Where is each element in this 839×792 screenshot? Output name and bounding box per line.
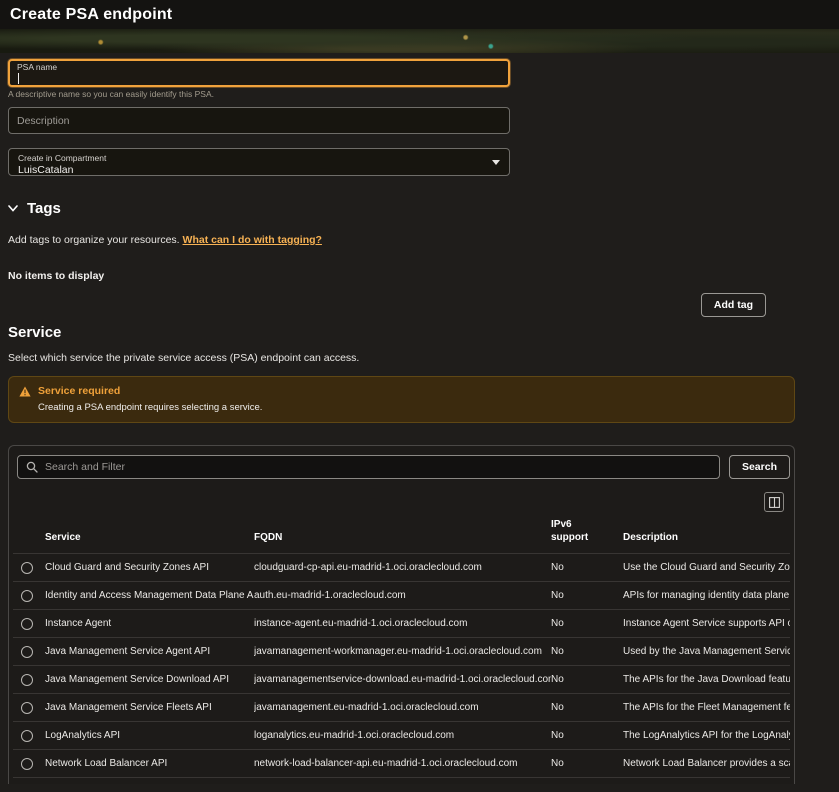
table-row[interactable]: Java Management Service Fleets API javam… <box>13 694 790 722</box>
row-radio[interactable] <box>21 645 33 658</box>
psa-name-field-wrap: PSA name <box>8 53 510 87</box>
cell-ipv6: No <box>551 702 564 713</box>
table-row[interactable]: Cloud Guard and Security Zones API cloud… <box>13 554 790 582</box>
header-ipv6: IPv6 support <box>551 519 589 543</box>
warning-triangle-icon <box>19 386 31 396</box>
cell-service: Instance Agent <box>45 618 112 629</box>
cell-ipv6: No <box>551 674 564 685</box>
table-tools-row <box>13 492 790 512</box>
psa-name-helper-text: A descriptive name so you can easily ide… <box>8 89 214 99</box>
search-button[interactable]: Search <box>728 455 790 479</box>
cell-description: APIs for managing identity data plane se… <box>623 590 790 601</box>
search-box <box>17 455 720 479</box>
compartment-value: LuisCatalan <box>18 164 74 176</box>
cell-service: LogAnalytics API <box>45 730 121 741</box>
row-radio[interactable] <box>21 673 33 686</box>
table-row[interactable]: Java Management Service Agent API javama… <box>13 638 790 666</box>
warning-title: Service required <box>38 385 121 397</box>
cell-service: Cloud Guard and Security Zones API <box>45 562 209 573</box>
cell-fqdn: loganalytics.eu-madrid-1.oci.oraclecloud… <box>254 730 455 741</box>
page-title: Create PSA endpoint <box>10 5 173 23</box>
header-description: Description <box>623 531 679 543</box>
row-radio[interactable] <box>21 729 33 742</box>
header-service: Service <box>45 531 81 543</box>
cell-service: Java Management Service Download API <box>45 674 229 685</box>
compartment-select[interactable]: Create in Compartment LuisCatalan <box>8 148 510 176</box>
row-radio[interactable] <box>21 701 33 714</box>
service-heading: Service <box>8 324 62 341</box>
table-row[interactable]: Instance Agent instance-agent.eu-madrid-… <box>13 610 790 638</box>
cell-service: Identity and Access Management Data Plan… <box>45 590 254 601</box>
table-row[interactable]: Network Load Balancer API network-load-b… <box>13 750 790 778</box>
compartment-label: Create in Compartment <box>18 153 107 163</box>
cell-service: Network Load Balancer API <box>45 758 168 769</box>
search-icon <box>26 461 38 473</box>
header-fqdn: FQDN <box>254 531 283 543</box>
table-header-row: Service FQDN IPv6 support Description <box>13 519 790 554</box>
row-radio[interactable] <box>21 589 33 602</box>
tags-empty-message: No items to display <box>8 270 105 282</box>
cell-fqdn: javamanagement.eu-madrid-1.oci.oracleclo… <box>254 702 479 713</box>
tags-intro-text: Add tags to organize your resources. Wha… <box>8 234 831 246</box>
cell-description: The APIs for the Java Download feature o… <box>623 674 790 685</box>
cell-fqdn: javamanagement-workmanager.eu-madrid-1.o… <box>254 646 542 657</box>
cell-description: Network Load Balancer provides a scalabl… <box>623 758 790 769</box>
decorative-banner-image <box>0 29 839 53</box>
cell-service: Java Management Service Fleets API <box>45 702 212 713</box>
table-row[interactable]: LogAnalytics API loganalytics.eu-madrid-… <box>13 722 790 750</box>
columns-icon <box>768 496 780 508</box>
cell-ipv6: No <box>551 590 564 601</box>
text-cursor <box>18 73 19 84</box>
table-row[interactable]: Identity and Access Management Data Plan… <box>13 582 790 610</box>
cell-ipv6: No <box>551 758 564 769</box>
cell-service: Java Management Service Agent API <box>45 646 211 657</box>
row-radio[interactable] <box>21 561 33 574</box>
tags-heading: Tags <box>27 200 61 217</box>
cell-description: Use the Cloud Guard and Security Zones A… <box>623 562 790 573</box>
cell-ipv6: No <box>551 730 564 741</box>
service-intro-text: Select which service the private service… <box>8 352 360 364</box>
service-required-warning: Service required Creating a PSA endpoint… <box>8 376 795 423</box>
tags-section-toggle[interactable]: Tags <box>8 200 831 217</box>
service-table-panel: Search Service FQDN IPv6 support Descrip… <box>8 445 795 784</box>
psa-name-input[interactable] <box>8 59 510 87</box>
cell-fqdn: cloudguard-cp-api.eu-madrid-1.oci.oracle… <box>254 562 482 573</box>
cell-description: The APIs for the Fleet Management featur… <box>623 702 790 713</box>
tagging-help-link[interactable]: What can I do with tagging? <box>183 234 322 246</box>
table-row[interactable]: Java Management Service Download API jav… <box>13 666 790 694</box>
tags-intro-label: Add tags to organize your resources. <box>8 234 180 246</box>
cell-fqdn: network-load-balancer-api.eu-madrid-1.oc… <box>254 758 518 769</box>
table-row[interactable]: Network Monitoring API vnca-api.eu-madri… <box>13 778 790 784</box>
chevron-down-icon <box>8 205 18 212</box>
cell-fqdn: instance-agent.eu-madrid-1.oci.oracleclo… <box>254 618 468 629</box>
cell-fqdn: javamanagementservice-download.eu-madrid… <box>254 674 551 685</box>
cell-description: Used by the Java Management Service Ora <box>623 646 790 657</box>
add-tag-button[interactable]: Add tag <box>700 293 766 317</box>
row-radio[interactable] <box>21 757 33 770</box>
cell-ipv6: No <box>551 646 564 657</box>
chevron-down-icon <box>492 160 500 165</box>
radio-column-header <box>13 544 45 553</box>
warning-message: Creating a PSA endpoint requires selecti… <box>38 402 263 413</box>
cell-ipv6: No <box>551 618 564 629</box>
cell-ipv6: No <box>551 562 564 573</box>
warning-title-row: Service required <box>19 385 782 397</box>
search-row: Search <box>17 455 790 479</box>
page-header: Create PSA endpoint <box>0 0 839 29</box>
row-radio[interactable] <box>21 617 33 630</box>
cell-description: Instance Agent Service supports API oper… <box>623 618 790 629</box>
description-input[interactable] <box>8 107 510 134</box>
cell-fqdn: auth.eu-madrid-1.oraclecloud.com <box>254 590 406 601</box>
main-content: PSA name A descriptive name so you can e… <box>0 53 839 784</box>
search-input[interactable] <box>45 461 711 473</box>
cell-description: The LogAnalytics API for the LogAnalytic… <box>623 730 790 741</box>
manage-columns-button[interactable] <box>764 492 784 512</box>
tags-actions: Add tag <box>8 293 795 317</box>
